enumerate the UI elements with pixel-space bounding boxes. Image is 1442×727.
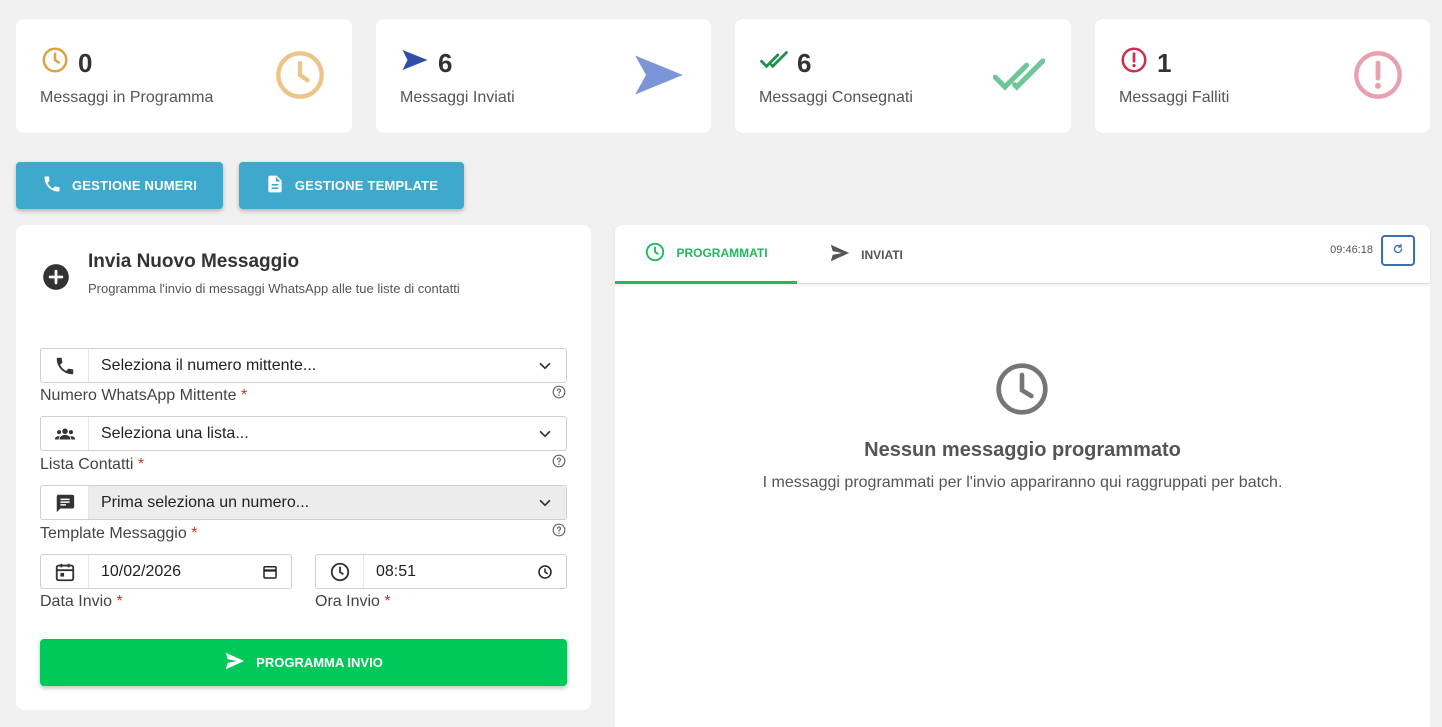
phone-icon (41, 349, 89, 382)
empty-state-title: Nessun messaggio programmato (864, 439, 1181, 461)
required-mark: * (384, 593, 391, 610)
stat-delivered-label: Messaggi Consegnati (759, 89, 913, 106)
contact-list-label: Lista Contatti * (40, 456, 145, 473)
form-title: Invia Nuovo Messaggio (88, 251, 300, 272)
required-mark: * (191, 525, 198, 542)
refresh-button[interactable] (1381, 235, 1415, 266)
time-picker-icon[interactable] (524, 555, 566, 588)
clock-icon (316, 555, 364, 588)
stat-failed-count-row: 1 (1119, 45, 1171, 82)
message-template-select[interactable]: Prima seleziona un numero... (40, 485, 567, 520)
document-icon (265, 174, 285, 197)
send-icon (633, 49, 685, 101)
stat-sent-label: Messaggi Inviati (400, 89, 515, 106)
tab-sent-label: INVIATI (861, 247, 903, 262)
alert-circle-icon (1119, 45, 1149, 82)
manage-numbers-button[interactable]: GESTIONE NUMERI (16, 162, 223, 209)
contact-list-select[interactable]: Seleziona una lista... (40, 416, 567, 451)
message-template-value: Prima seleziona un numero... (89, 486, 524, 519)
tab-sent[interactable]: INVIATI (797, 225, 935, 284)
stat-scheduled-count: 0 (78, 48, 93, 78)
required-mark: * (116, 593, 123, 610)
stat-delivered-count: 6 (797, 48, 812, 78)
chevron-down-icon (524, 417, 566, 450)
schedule-send-label: PROGRAMMA INVIO (256, 655, 383, 670)
required-mark: * (240, 387, 248, 404)
tab-scheduled-label: PROGRAMMATI (676, 246, 768, 260)
contact-list-value: Seleziona una lista... (101, 424, 249, 442)
messages-panel: PROGRAMMATI INVIATI 09:46:18 Nessun mess… (615, 225, 1430, 727)
send-date-value: 10/02/2026 (101, 562, 182, 580)
calendar-icon (41, 555, 89, 588)
help-icon[interactable] (552, 385, 566, 399)
new-message-panel: Invia Nuovo Messaggio Programma l'invio … (16, 225, 591, 710)
phone-icon (42, 174, 62, 197)
send-icon (224, 650, 246, 675)
stat-delivered-count-row: 6 (759, 45, 811, 82)
stat-card-scheduled: 0 Messaggi in Programma (16, 19, 352, 133)
clock-icon (644, 241, 666, 266)
sender-number-value: Seleziona il numero mittente... (101, 356, 317, 374)
calendar-picker-icon[interactable] (249, 555, 291, 588)
stat-card-failed: 1 Messaggi Falliti (1095, 19, 1430, 133)
message-template-label: Template Messaggio * (40, 525, 198, 542)
send-time-label: Ora Invio * (315, 593, 391, 610)
refresh-icon (1392, 243, 1404, 258)
last-refresh-time: 09:46:18 (1330, 244, 1373, 256)
double-check-icon (759, 45, 789, 82)
alert-circle-icon (1352, 49, 1404, 101)
stat-scheduled-count-row: 0 (40, 45, 92, 82)
stat-failed-label: Messaggi Falliti (1119, 89, 1230, 106)
empty-state-text: I messaggi programmati per l'invio appar… (762, 474, 1283, 491)
clock-icon (274, 49, 326, 101)
clock-icon (40, 45, 70, 82)
manage-numbers-label: GESTIONE NUMERI (71, 178, 198, 193)
message-icon (41, 486, 89, 519)
double-check-icon (992, 49, 1046, 101)
stat-scheduled-label: Messaggi in Programma (40, 89, 214, 106)
sender-number-label: Numero WhatsApp Mittente * (40, 387, 248, 404)
stat-failed-count: 1 (1157, 48, 1172, 78)
stat-card-sent: 6 Messaggi Inviati (376, 19, 711, 133)
stat-sent-count: 6 (438, 48, 453, 78)
chevron-down-icon (524, 486, 566, 519)
form-subtitle: Programma l'invio di messaggi WhatsApp a… (88, 281, 460, 296)
add-circle-icon (42, 263, 70, 291)
manage-templates-button[interactable]: GESTIONE TEMPLATE (239, 162, 464, 209)
send-icon (400, 45, 430, 82)
clock-icon (994, 361, 1050, 417)
send-time-input[interactable]: 08:51 (315, 554, 567, 589)
stat-sent-count-row: 6 (400, 45, 452, 82)
chevron-down-icon (524, 349, 566, 382)
stat-card-delivered: 6 Messaggi Consegnati (735, 19, 1071, 133)
tab-scheduled[interactable]: PROGRAMMATI (615, 225, 797, 284)
help-icon[interactable] (552, 454, 566, 468)
send-date-label: Data Invio * (40, 593, 123, 610)
messages-tabs: PROGRAMMATI INVIATI 09:46:18 (615, 225, 1430, 284)
send-date-input[interactable]: 10/02/2026 (40, 554, 292, 589)
group-icon (41, 417, 89, 450)
help-icon[interactable] (552, 523, 566, 537)
send-time-value: 08:51 (376, 562, 417, 580)
required-mark: * (137, 456, 145, 473)
manage-templates-label: GESTIONE TEMPLATE (294, 178, 439, 193)
schedule-send-button[interactable]: PROGRAMMA INVIO (40, 639, 567, 686)
sender-number-select[interactable]: Seleziona il numero mittente... (40, 348, 567, 383)
send-icon (829, 242, 851, 267)
